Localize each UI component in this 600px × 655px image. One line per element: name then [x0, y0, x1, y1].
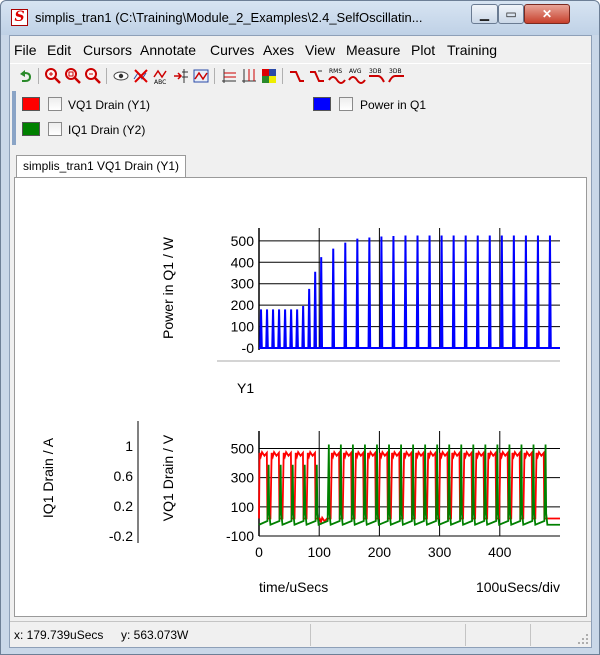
iq1-drain-series: [258, 444, 560, 527]
top-ytick-label: 400: [231, 254, 255, 270]
x-axis-label: time/uSecs: [259, 579, 328, 595]
x-tick-label: 200: [368, 544, 392, 560]
top-ytick-label: -0: [242, 340, 255, 356]
group-label-y1: Y1: [237, 380, 254, 396]
resize-grip-icon[interactable]: [577, 633, 589, 645]
status-divider: [465, 624, 466, 646]
bottom-y2-axis-label: IQ1 Drain / A: [40, 437, 56, 518]
status-bar: x: 179.739uSecs y: 563.073W: [10, 621, 591, 647]
x-tick-label: 400: [488, 544, 512, 560]
status-divider: [530, 624, 531, 646]
bottom-y2-tick-label: 1: [125, 438, 133, 454]
x-tick-label: 300: [428, 544, 452, 560]
client-area: File Edit Cursors Annotate Curves Axes V…: [9, 35, 592, 648]
status-cursor-x: x: 179.739uSecs: [14, 628, 104, 642]
status-divider: [310, 624, 311, 646]
bottom-y2-tick-label: 0.6: [114, 468, 134, 484]
bottom-y2-tick-label: 0.2: [114, 498, 134, 514]
app-window: S simplis_tran1 (C:\Training\Module_2_Ex…: [0, 0, 600, 655]
power-q1-series: [259, 235, 560, 349]
top-y-axis-label: Power in Q1 / W: [160, 236, 176, 339]
plot-area[interactable]: 500 400 300 200 100 -0 Power in Q1 / W Y1 500 300…: [3, 3, 600, 623]
bottom-y1-tick-label: 500: [231, 441, 255, 457]
bottom-y2-tick-label: -0.2: [109, 528, 133, 544]
x-tick-label: 0: [255, 544, 263, 560]
top-ytick-label: 200: [231, 297, 255, 313]
bottom-y1-tick-label: -100: [226, 528, 254, 544]
top-ytick-label: 500: [231, 233, 255, 249]
status-cursor-y: y: 563.073W: [121, 628, 189, 642]
top-ytick-label: 300: [231, 276, 255, 292]
x-division-label: 100uSecs/div: [476, 579, 560, 595]
bottom-y1-axis-label: VQ1 Drain / V: [160, 434, 176, 521]
bottom-y1-tick-label: 300: [231, 470, 255, 486]
top-ytick-label: 100: [231, 319, 255, 335]
x-tick-label: 100: [308, 544, 332, 560]
plot-panel[interactable]: 500 400 300 200 100 -0 Power in Q1 / W Y1 500 300…: [14, 177, 587, 617]
bottom-y1-tick-label: 100: [231, 499, 255, 515]
